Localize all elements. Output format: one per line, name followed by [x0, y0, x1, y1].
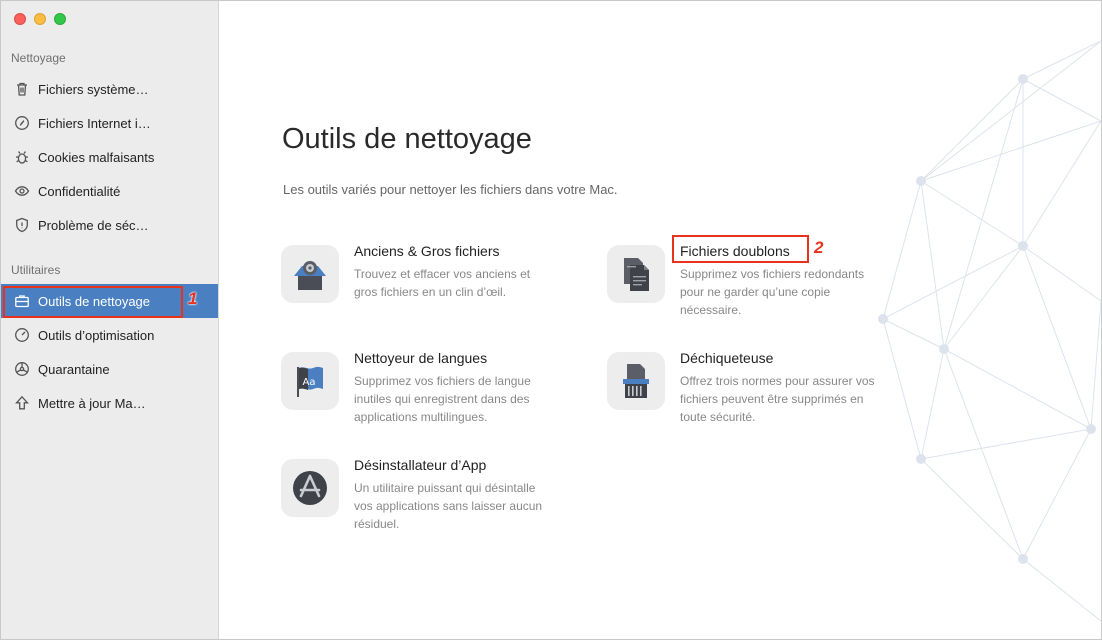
page-subtitle: Les outils variés pour nettoyer les fich… — [283, 182, 618, 197]
minimize-window-button[interactable] — [34, 13, 46, 25]
sidebar-item-security[interactable]: Problème de séc… — [1, 208, 218, 242]
trash-icon — [13, 80, 31, 98]
page-title: Outils de nettoyage — [282, 123, 532, 155]
svg-text:Aa: Aa — [303, 377, 316, 388]
language-flag-icon: Aa — [281, 352, 339, 410]
tool-description: Trouvez et effacer vos anciens et gros f… — [354, 267, 531, 299]
sidebar-item-cookies[interactable]: Cookies malfaisants — [1, 140, 218, 174]
sidebar-item-label: Fichiers système… — [38, 81, 149, 97]
compass-icon — [13, 114, 31, 132]
main-content: Outils de nettoyage Les outils variés po… — [219, 1, 1101, 639]
section-label-nettoyage: Nettoyage — [11, 51, 66, 65]
sidebar-item-label: Confidentialité — [38, 183, 121, 199]
tool-app-uninstaller[interactable]: Désinstallateur d’App Un utilitaire puis… — [281, 457, 581, 559]
app-window: Nettoyage Fichiers système… Fichiers Int… — [0, 0, 1102, 640]
duplicate-files-icon — [607, 245, 665, 303]
sidebar: Nettoyage Fichiers système… Fichiers Int… — [1, 1, 219, 639]
arrow-up-icon — [13, 394, 31, 412]
close-window-button[interactable] — [14, 13, 26, 25]
window-controls — [14, 13, 66, 25]
tool-description: Supprimez vos fichiers redondants pour n… — [680, 267, 865, 317]
sidebar-item-quarantine[interactable]: Quarantaine — [1, 352, 218, 386]
tool-name: Nettoyeur de langues — [354, 350, 488, 366]
sidebar-item-label: Problème de séc… — [38, 217, 149, 233]
shield-icon — [13, 216, 31, 234]
tool-language-cleaner[interactable]: Aa Nettoyeur de langues Supprimez vos fi… — [281, 350, 581, 452]
annotation-number-2: 2 — [814, 238, 824, 257]
eye-icon — [13, 182, 31, 200]
annotation-number-1: 1 — [188, 289, 198, 308]
large-files-icon — [281, 245, 339, 303]
sidebar-item-optimization-tools[interactable]: Outils d’optimisation — [1, 318, 218, 352]
bug-icon — [13, 148, 31, 166]
sidebar-item-privacy[interactable]: Confidentialité — [1, 174, 218, 208]
zoom-window-button[interactable] — [54, 13, 66, 25]
annotation-box-2 — [672, 235, 809, 263]
shredder-icon — [607, 352, 665, 410]
section-label-utilitaires: Utilitaires — [11, 263, 61, 277]
sidebar-item-label: Quarantaine — [38, 361, 110, 377]
tool-name: Déchiqueteuse — [680, 350, 774, 366]
sidebar-item-label: Mettre à jour Ma… — [38, 395, 146, 411]
sidebar-item-label: Outils d’optimisation — [38, 327, 155, 343]
tool-shredder[interactable]: Déchiqueteuse Offrez trois normes pour a… — [607, 350, 907, 452]
tool-description: Un utilitaire puissant qui désintalle vo… — [354, 481, 543, 531]
sidebar-item-label: Cookies malfaisants — [38, 149, 155, 165]
tool-name: Anciens & Gros fichiers — [354, 243, 500, 259]
sidebar-item-internet-files[interactable]: Fichiers Internet i… — [1, 106, 218, 140]
tool-large-old-files[interactable]: Anciens & Gros fichiers Trouvez et effac… — [281, 243, 581, 345]
tool-description: Offrez trois normes pour assurer vos fic… — [680, 374, 875, 424]
sidebar-item-update[interactable]: Mettre à jour Ma… — [1, 386, 218, 420]
annotation-box-1 — [3, 286, 183, 318]
tool-description: Supprimez vos fichiers de langue inutile… — [354, 374, 531, 424]
sidebar-item-system-files[interactable]: Fichiers système… — [1, 72, 218, 106]
app-store-icon — [281, 459, 339, 517]
gauge-icon — [13, 326, 31, 344]
tool-name: Désinstallateur d’App — [354, 457, 487, 473]
biohazard-icon — [13, 360, 31, 378]
sidebar-item-label: Fichiers Internet i… — [38, 115, 151, 131]
